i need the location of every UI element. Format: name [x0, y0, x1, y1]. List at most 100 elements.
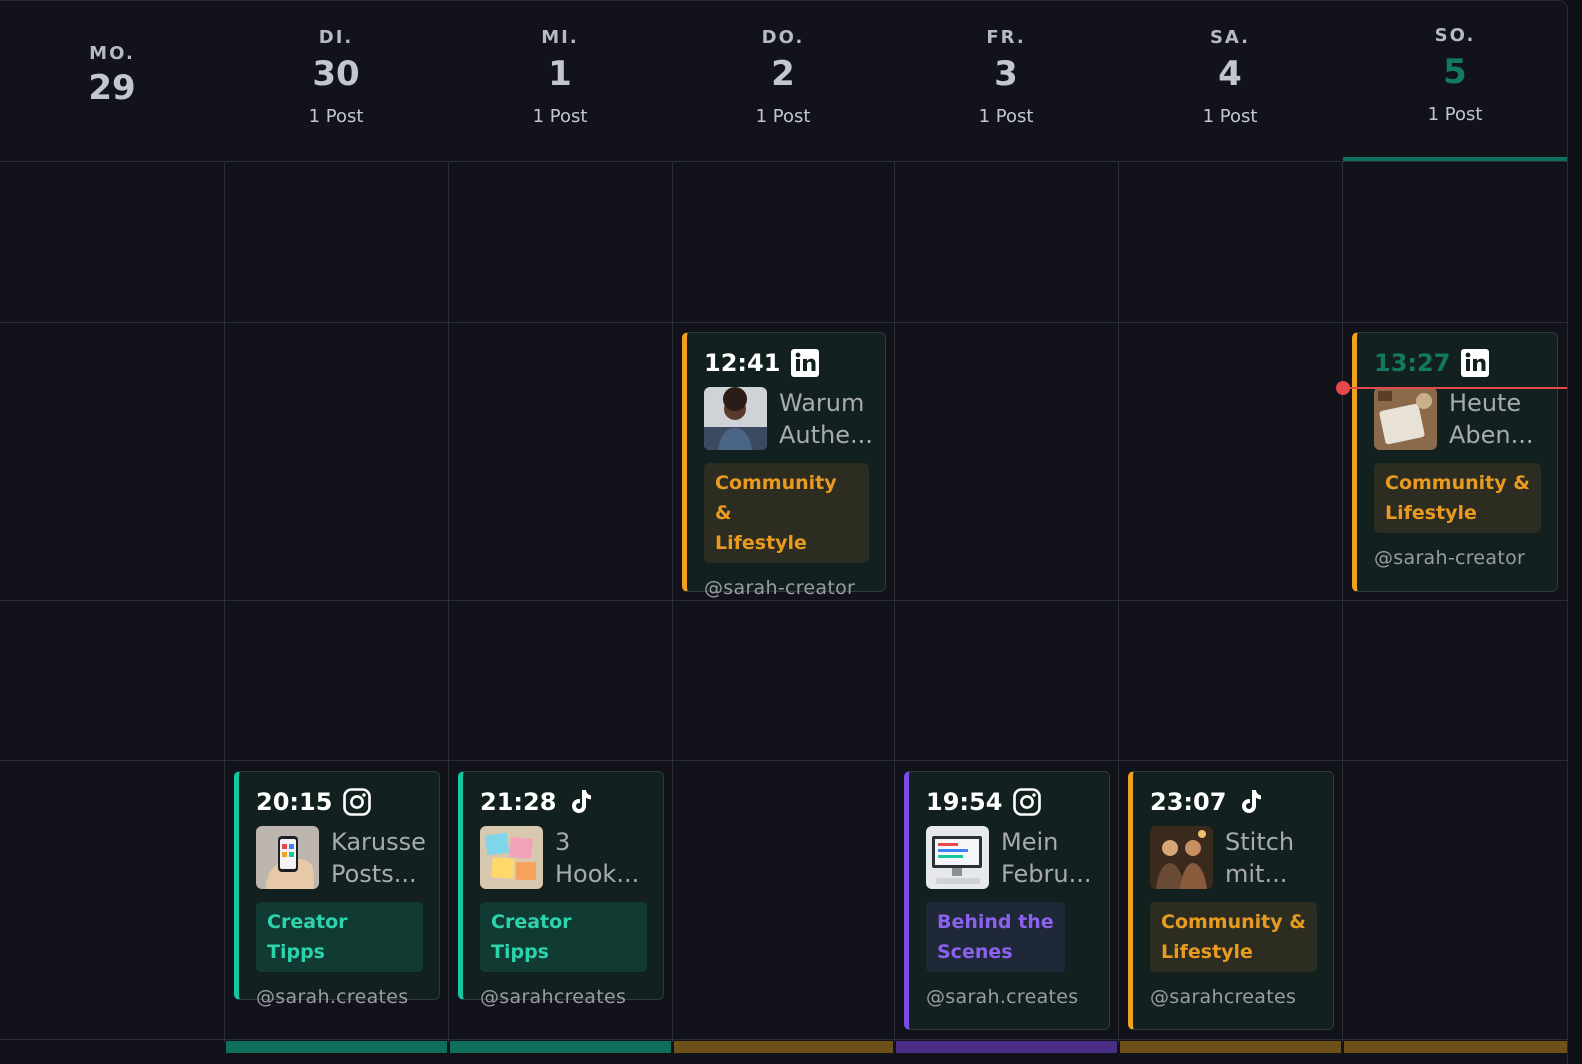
category-tag: Community & Lifestyle: [704, 463, 869, 563]
post-thumbnail: [704, 387, 767, 450]
post-body: Heute Aben...: [1374, 387, 1541, 451]
post-card[interactable]: 19:54 Mein Febru... Behind the Scenes @s…: [904, 771, 1110, 1030]
day-header-tue[interactable]: DI. 30 1 Post: [224, 1, 448, 161]
post-time: 12:41: [704, 349, 781, 377]
tiktok-icon: [566, 787, 596, 817]
account-handle: @sarah.creates: [256, 986, 409, 1008]
current-time-line: [1343, 387, 1567, 389]
linkedin-icon: [790, 348, 820, 378]
day-header-sat[interactable]: SA. 4 1 Post: [1118, 1, 1342, 161]
day-number: 3: [994, 54, 1018, 94]
day-of-week: SO.: [1434, 25, 1476, 46]
account-handle: @sarahcreates: [480, 986, 627, 1008]
grid-line: [0, 161, 1567, 162]
post-thumbnail: [256, 826, 319, 889]
day-category-bar: [226, 1041, 447, 1053]
day-of-week: MI.: [541, 27, 579, 48]
category-tag: Community & Lifestyle: [1150, 902, 1317, 972]
grid-line: [894, 162, 895, 1042]
post-time-row: 13:27: [1374, 347, 1541, 379]
day-category-bar: [1344, 1041, 1567, 1053]
day-number: 1: [548, 54, 572, 94]
grid-line: [448, 162, 449, 1042]
instagram-icon: [342, 787, 372, 817]
post-card[interactable]: 13:27 Heute Aben... Community & Lifestyl…: [1352, 332, 1558, 592]
post-title: Warum Authe...: [779, 389, 873, 449]
post-time-row: 20:15: [256, 786, 423, 818]
day-of-week: FR.: [986, 27, 1026, 48]
grid-line: [1118, 162, 1119, 1042]
day-of-week: MO.: [89, 43, 135, 64]
day-category-bar: [674, 1041, 893, 1053]
post-thumbnail: [926, 826, 989, 889]
post-thumbnail: [1374, 387, 1437, 450]
post-time: 23:07: [1150, 788, 1227, 816]
post-time: 19:54: [926, 788, 1003, 816]
account-handle: @sarah-creator: [704, 577, 856, 599]
post-title: Heute Aben...: [1449, 389, 1534, 449]
post-time-row: 23:07: [1150, 786, 1317, 818]
day-category-bar: [450, 1041, 671, 1053]
linkedin-icon: [1460, 348, 1490, 378]
day-number: 30: [312, 54, 360, 94]
post-title: 3 Hook...: [555, 828, 640, 888]
post-card[interactable]: 21:28 3 Hook... Creator Tipps @sarahcrea…: [458, 771, 664, 1008]
day-category-bar: [1120, 1041, 1341, 1053]
day-number: 2: [771, 54, 795, 94]
grid-line: [0, 760, 1567, 761]
day-number: 4: [1218, 54, 1242, 94]
post-count: 1 Post: [755, 106, 811, 127]
post-body: Warum Authe...: [704, 387, 873, 451]
category-tag: Creator Tipps: [480, 902, 647, 972]
post-body: Mein Febru...: [926, 826, 1093, 890]
grid-line: [224, 162, 225, 1042]
post-time: 13:27: [1374, 349, 1451, 377]
day-category-bar: [896, 1041, 1117, 1053]
post-card[interactable]: 12:41 Warum Authe... Community & Lifesty…: [682, 332, 886, 599]
post-count: 1 Post: [1427, 104, 1483, 125]
grid-line: [672, 162, 673, 1042]
day-number: 29: [88, 68, 136, 108]
tiktok-icon: [1236, 787, 1266, 817]
day-of-week: DO.: [761, 27, 805, 48]
post-title: Mein Febru...: [1001, 828, 1092, 888]
day-header-wed[interactable]: MI. 1 1 Post: [448, 1, 672, 161]
post-time-row: 19:54: [926, 786, 1093, 818]
post-count: 1 Post: [978, 106, 1034, 127]
post-count: 1 Post: [308, 106, 364, 127]
post-body: Stitch mit...: [1150, 826, 1317, 890]
post-time: 20:15: [256, 788, 333, 816]
account-handle: @sarah-creator: [1374, 547, 1526, 569]
category-tag: Behind the Scenes: [926, 902, 1065, 972]
post-count: 1 Post: [532, 106, 588, 127]
post-time-row: 21:28: [480, 786, 647, 818]
post-body: Karusse Posts...: [256, 826, 426, 890]
category-tag: Community & Lifestyle: [1374, 463, 1541, 533]
post-thumbnail: [1150, 826, 1213, 889]
day-header-thu[interactable]: DO. 2 1 Post: [672, 1, 894, 161]
post-time: 21:28: [480, 788, 557, 816]
day-of-week: SA.: [1209, 27, 1251, 48]
category-tag: Creator Tipps: [256, 902, 423, 972]
grid-line: [1342, 162, 1343, 1042]
post-thumbnail: [480, 826, 543, 889]
week-calendar: MO. 29 DI. 30 1 Post MI. 1 1 Post DO. 2 …: [0, 0, 1568, 1064]
day-header-mon[interactable]: MO. 29: [0, 1, 224, 161]
day-header-fri[interactable]: FR. 3 1 Post: [894, 1, 1118, 161]
grid-line: [0, 1039, 1567, 1040]
day-number: 5: [1443, 52, 1467, 92]
post-time-row: 12:41: [704, 347, 869, 379]
current-time-dot: [1336, 381, 1350, 395]
post-title: Stitch mit...: [1225, 828, 1295, 888]
day-of-week: DI.: [318, 27, 354, 48]
account-handle: @sarah.creates: [926, 986, 1079, 1008]
post-title: Karusse Posts...: [331, 828, 426, 888]
post-card[interactable]: 20:15 Karusse Posts... Creator Tipps @sa…: [234, 771, 440, 1008]
post-body: 3 Hook...: [480, 826, 647, 890]
account-handle: @sarahcreates: [1150, 986, 1297, 1008]
post-card[interactable]: 23:07 Stitch mit... Community & Lifestyl…: [1128, 771, 1334, 1030]
post-count: 1 Post: [1202, 106, 1258, 127]
day-header-sun-today[interactable]: SO. 5 1 Post: [1342, 1, 1567, 161]
instagram-icon: [1012, 787, 1042, 817]
grid-line: [0, 322, 1567, 323]
